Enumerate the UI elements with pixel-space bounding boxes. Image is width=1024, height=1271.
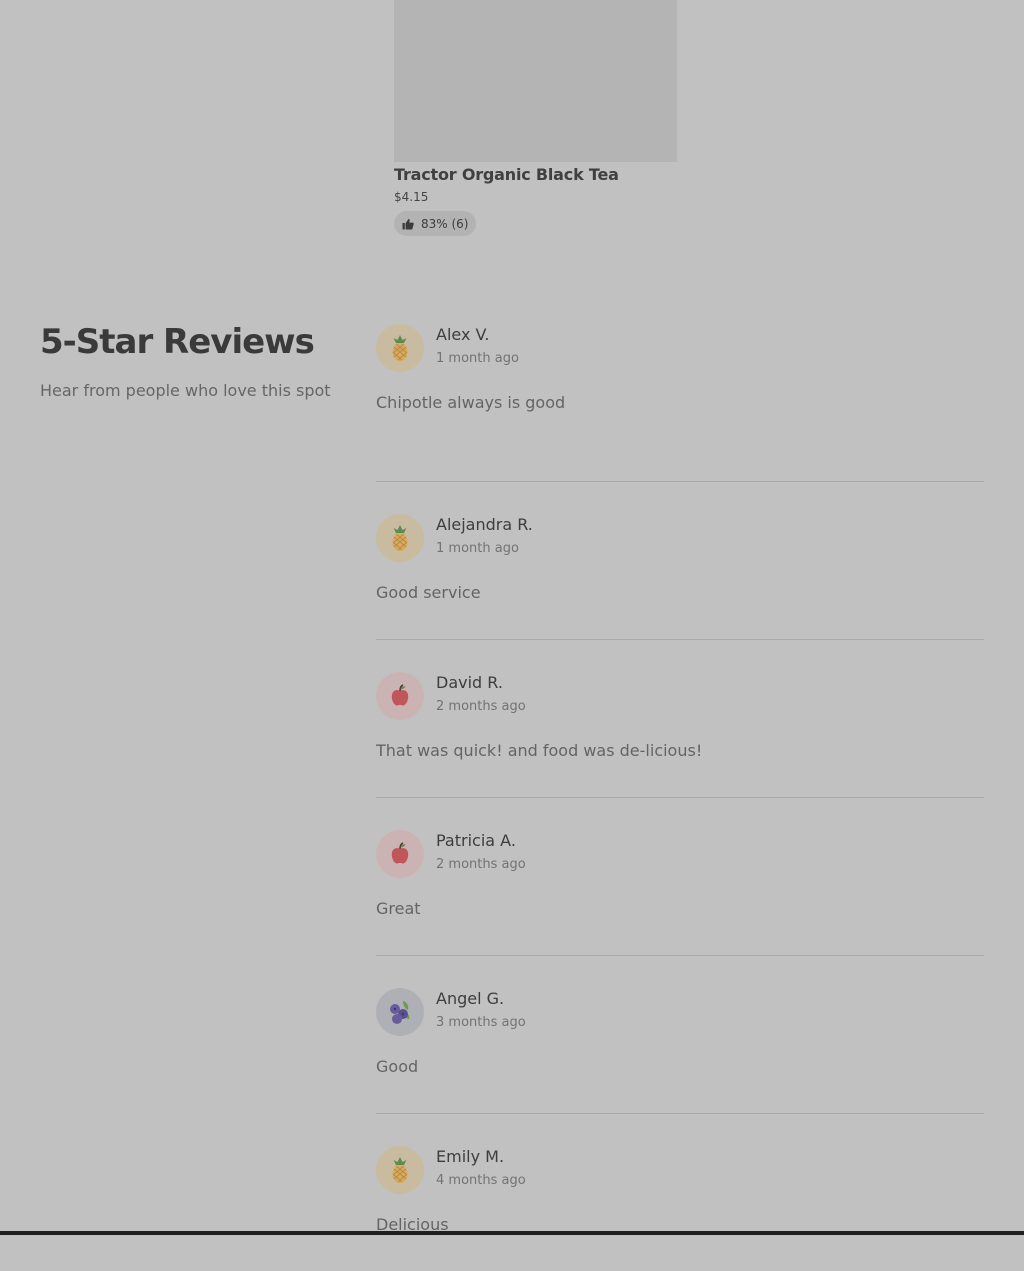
review-date: 2 months ago (436, 857, 526, 872)
review-date: 3 months ago (436, 1015, 526, 1030)
product-price: $4.15 (394, 190, 429, 204)
review-item: Alex V. 1 month ago Chipotle always is g… (376, 324, 984, 481)
reviewer-name[interactable]: David R. (436, 673, 503, 692)
review-item: Angel G. 3 months ago Good (376, 955, 984, 1113)
reviewer-name[interactable]: Alejandra R. (436, 515, 533, 534)
pineapple-icon (376, 514, 424, 562)
rating-text: 83% (6) (421, 216, 469, 231)
review-date: 1 month ago (436, 541, 519, 556)
pineapple-icon (376, 324, 424, 372)
reviewer-name[interactable]: Emily M. (436, 1147, 504, 1166)
review-date: 2 months ago (436, 699, 526, 714)
review-text: Good service (376, 583, 481, 602)
pineapple-icon (376, 1146, 424, 1194)
product-card[interactable]: Tractor Organic Black Tea $4.15 83% (6) (394, 0, 677, 236)
thumbs-up-icon (402, 218, 414, 230)
reviews-list: Alex V. 1 month ago Chipotle always is g… (376, 324, 984, 1271)
review-item: Alejandra R. 1 month ago Good service (376, 481, 984, 639)
review-date: 1 month ago (436, 351, 519, 366)
blueberry-icon (376, 988, 424, 1036)
review-date: 4 months ago (436, 1173, 526, 1188)
reviewer-name[interactable]: Alex V. (436, 325, 489, 344)
product-name[interactable]: Tractor Organic Black Tea (394, 165, 619, 184)
review-text: Great (376, 899, 421, 918)
review-item: David R. 2 months ago That was quick! an… (376, 639, 984, 797)
review-item: Patricia A. 2 months ago Great (376, 797, 984, 955)
apple-icon (376, 672, 424, 720)
product-image[interactable] (394, 0, 677, 162)
section-subtitle: Hear from people who love this spot (40, 381, 331, 400)
rating-badge: 83% (6) (394, 211, 477, 236)
reviewer-name[interactable]: Patricia A. (436, 831, 516, 850)
review-text: Good (376, 1057, 419, 1076)
review-text: Chipotle always is good (376, 393, 566, 412)
bottom-edge-bar (0, 1231, 1024, 1235)
section-title: 5-Star Reviews (40, 322, 315, 362)
reviewer-name[interactable]: Angel G. (436, 989, 504, 1008)
review-item: Emily M. 4 months ago Delicious (376, 1113, 984, 1271)
apple-icon (376, 830, 424, 878)
review-text: That was quick! and food was de-licious! (376, 741, 703, 760)
